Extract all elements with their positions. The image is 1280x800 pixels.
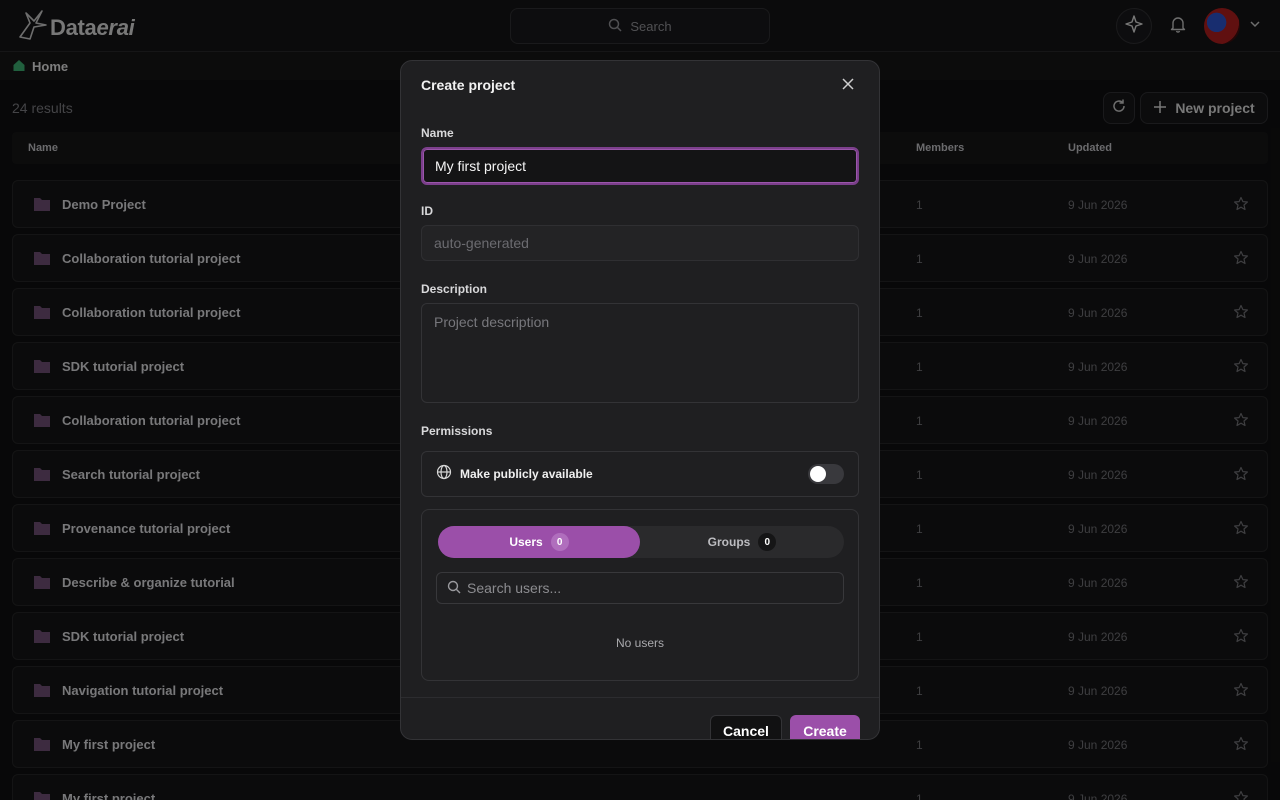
users-count-badge: 0 — [550, 533, 569, 551]
members-tabs: Users 0 Groups 0 — [438, 526, 844, 558]
close-icon — [842, 77, 854, 95]
id-label: ID — [421, 204, 433, 218]
cancel-button[interactable]: Cancel — [710, 715, 782, 739]
name-label: Name — [421, 126, 454, 140]
public-label: Make publicly available — [460, 467, 593, 481]
user-search-input[interactable]: Search users... — [436, 572, 844, 604]
public-setting: Make publicly available — [421, 451, 859, 497]
description-input[interactable]: Project description — [421, 303, 859, 403]
description-label: Description — [421, 282, 488, 296]
groups-count-badge: 0 — [758, 533, 777, 551]
tab-groups[interactable]: Groups 0 — [640, 526, 844, 558]
public-toggle[interactable] — [808, 464, 844, 484]
toggle-knob — [810, 466, 826, 482]
globe-icon — [436, 464, 452, 485]
search-icon — [447, 580, 461, 597]
create-project-dialog: Create project Name My first project ID … — [400, 60, 880, 740]
empty-state: No users — [615, 636, 665, 650]
dialog-title: Create project — [421, 77, 516, 93]
create-button[interactable]: Create — [790, 715, 860, 739]
id-input[interactable]: auto-generated — [421, 225, 859, 261]
tab-users[interactable]: Users 0 — [438, 526, 640, 558]
tab-groups-label: Groups — [707, 535, 751, 549]
name-input[interactable]: My first project — [421, 147, 859, 185]
user-search-placeholder: Search users... — [467, 580, 562, 596]
close-button[interactable] — [839, 77, 857, 95]
members-panel: Users 0 Groups 0 Search users... No user… — [421, 509, 859, 681]
permissions-label: Permissions — [421, 424, 493, 438]
dialog-footer: Cancel Create — [401, 697, 879, 739]
tab-users-label: Users — [509, 535, 543, 549]
